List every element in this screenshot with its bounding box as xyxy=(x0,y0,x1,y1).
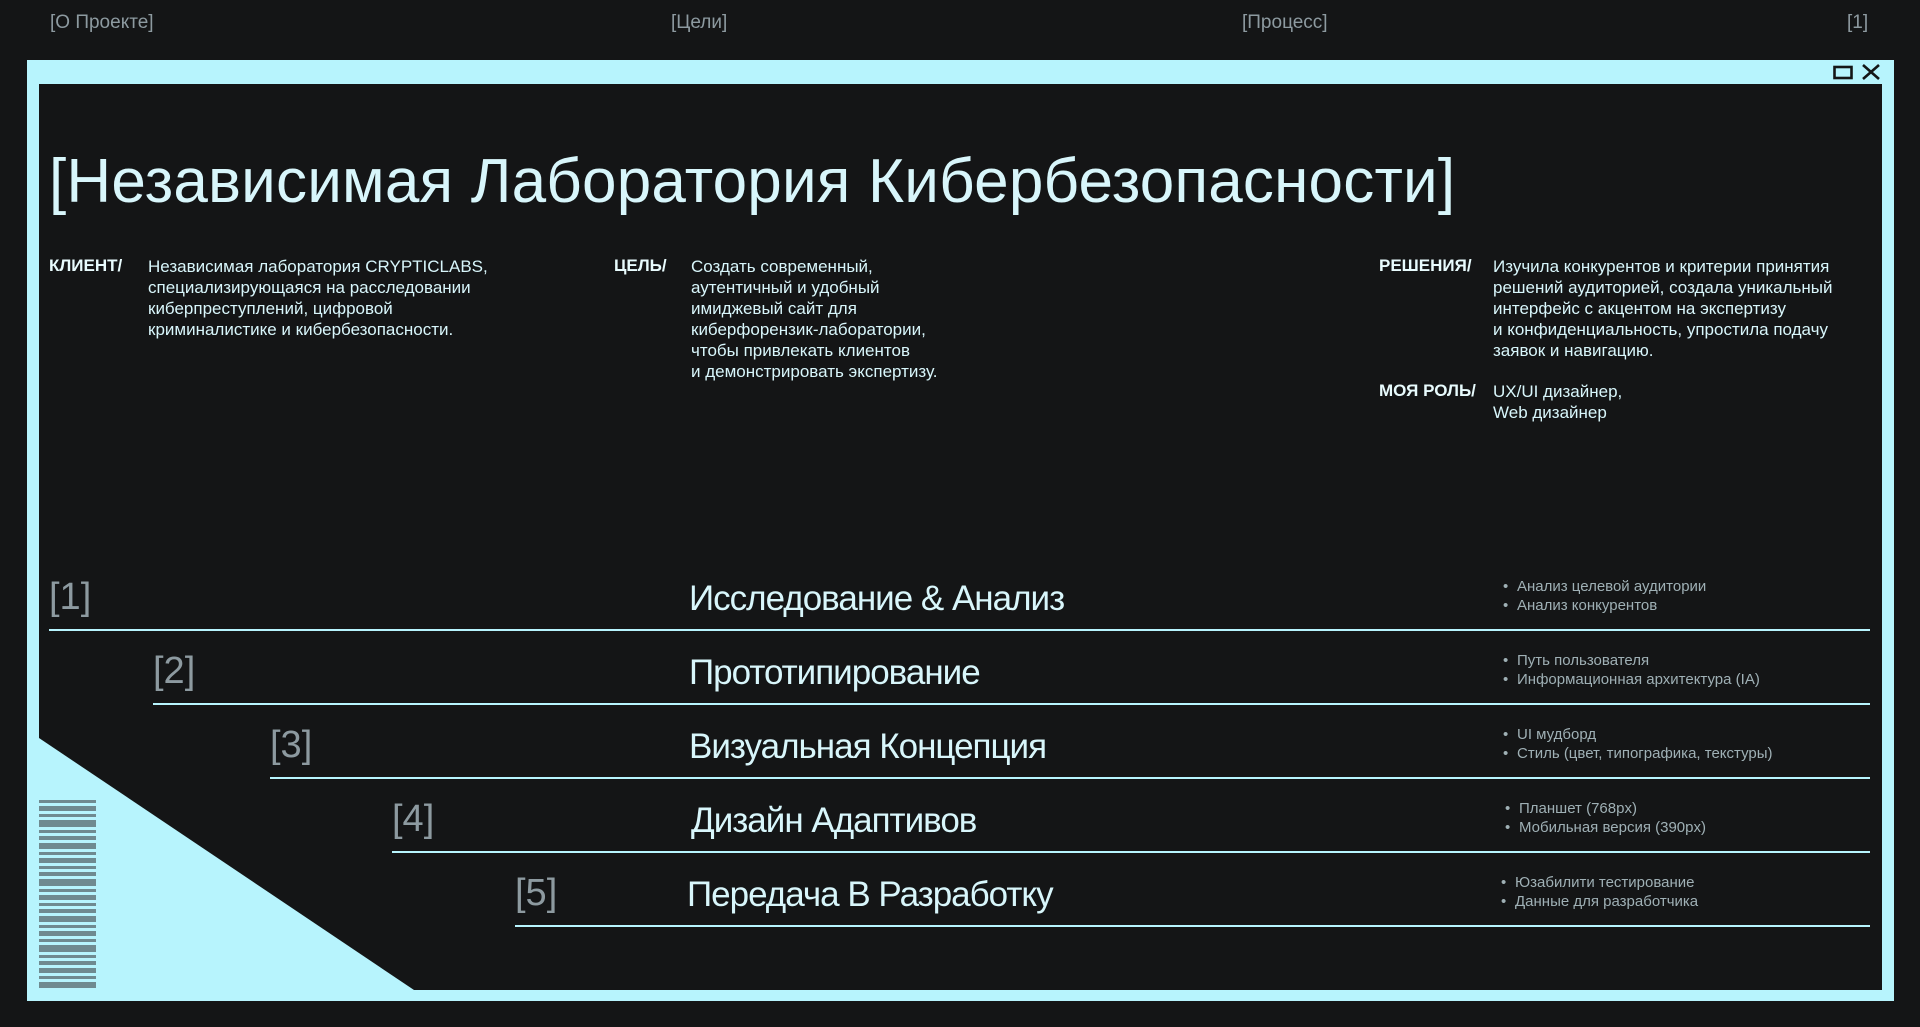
barcode-stripe xyxy=(39,976,96,979)
client-description: Независимая лаборатория CRYPTICLABS, спе… xyxy=(148,257,488,339)
list-item: Анализ конкурентов xyxy=(1503,596,1706,615)
goal-label: ЦЕЛЬ/ xyxy=(614,256,667,275)
close-icon[interactable] xyxy=(1861,63,1881,81)
solutions-description: Изучила конкурентов и критерии принятия … xyxy=(1493,257,1833,360)
list-item: Данные для разработчика xyxy=(1501,892,1698,911)
top-navigation: [О Проекте] [Цели] [Процесс] [1] xyxy=(0,0,1920,44)
step-bullets: Путь пользователя Информационная архитек… xyxy=(1503,651,1760,689)
step-divider xyxy=(515,925,1870,927)
list-item: Планшет (768px) xyxy=(1505,799,1706,818)
role-label: МОЯ РОЛЬ/ xyxy=(1379,381,1476,400)
barcode-stripe xyxy=(39,858,96,863)
step-bullets: Планшет (768px) Мобильная версия (390px) xyxy=(1505,799,1706,837)
list-item: Путь пользователя xyxy=(1503,651,1760,670)
list-item: Стиль (цвет, типографика, текстуры) xyxy=(1503,744,1773,763)
step-title: Передача В Разработку xyxy=(687,875,1054,914)
step-bullets: Юзабилити тестирование Данные для разраб… xyxy=(1501,873,1698,911)
barcode-stripe xyxy=(39,968,96,973)
barcode-stripe xyxy=(39,909,96,913)
list-item: Мобильная версия (390px) xyxy=(1505,818,1706,837)
step-number: [4] xyxy=(392,798,435,840)
list-item: UI мудборд xyxy=(1503,725,1773,744)
nav-about-link[interactable]: [О Проекте] xyxy=(50,12,154,34)
step-title: Исследование & Анализ xyxy=(689,579,1065,618)
barcode-stripe xyxy=(39,889,96,892)
step-divider xyxy=(49,629,1870,631)
nav-goals-link[interactable]: [Цели] xyxy=(671,12,727,34)
role-description: UX/UI дизайнер, Web дизайнер xyxy=(1493,382,1623,422)
step-divider xyxy=(153,703,1870,705)
barcode-stripe xyxy=(39,800,96,803)
barcode-stripe xyxy=(39,872,96,876)
list-item: Анализ целевой аудитории xyxy=(1503,577,1706,596)
content-panel: [Независимая Лаборатория Кибербезопаснос… xyxy=(39,84,1882,990)
barcode-stripe xyxy=(39,955,96,958)
barcode-stripe xyxy=(39,903,96,906)
client-label: КЛИЕНТ/ xyxy=(49,256,123,275)
barcode-stripe xyxy=(39,945,96,952)
barcode-stripe xyxy=(39,982,96,988)
list-item: Информационная архитектура (IA) xyxy=(1503,670,1760,689)
barcode-stripe xyxy=(39,939,96,942)
barcode-stripe xyxy=(39,806,96,811)
maximize-icon[interactable] xyxy=(1833,63,1853,81)
barcode-stripe xyxy=(39,814,96,817)
barcode-stripe xyxy=(39,961,96,965)
step-number: [3] xyxy=(270,724,313,766)
step-title: Прототипирование xyxy=(689,653,981,692)
step-divider xyxy=(270,777,1870,779)
barcode-stripe xyxy=(39,925,96,928)
page-title: [Независимая Лаборатория Кибербезопаснос… xyxy=(49,147,1456,216)
step-number: [1] xyxy=(49,576,92,618)
goal-description: Создать современный, аутентичный и удобн… xyxy=(691,257,938,381)
step-bullets: UI мудборд Стиль (цвет, типографика, тек… xyxy=(1503,725,1773,763)
page-number: [1] xyxy=(1847,12,1869,33)
barcode-stripe xyxy=(39,879,96,886)
step-bullets: Анализ целевой аудитории Анализ конкурен… xyxy=(1503,577,1706,615)
barcode-stripe xyxy=(39,830,96,833)
step-title: Визуальная Концепция xyxy=(689,727,1047,766)
list-item: Юзабилити тестирование xyxy=(1501,873,1698,892)
corner-decoration xyxy=(39,738,414,990)
barcode-stripe xyxy=(39,866,96,869)
step-number: [5] xyxy=(515,872,558,914)
nav-process-link[interactable]: [Процесс] xyxy=(1242,12,1328,34)
window-frame: [Независимая Лаборатория Кибербезопаснос… xyxy=(27,60,1894,1001)
barcode-stripe xyxy=(39,852,96,855)
step-number: [2] xyxy=(153,650,196,692)
step-divider xyxy=(392,851,1870,853)
solutions-label: РЕШЕНИЯ/ xyxy=(1379,256,1472,275)
barcode-stripe xyxy=(39,931,96,936)
barcode-stripe xyxy=(39,843,96,849)
barcode-stripe xyxy=(39,916,96,922)
barcode-stripe xyxy=(39,836,96,840)
step-title: Дизайн Адаптивов xyxy=(691,801,977,840)
barcode-stripe xyxy=(39,820,96,827)
barcode-stripe xyxy=(39,895,96,900)
